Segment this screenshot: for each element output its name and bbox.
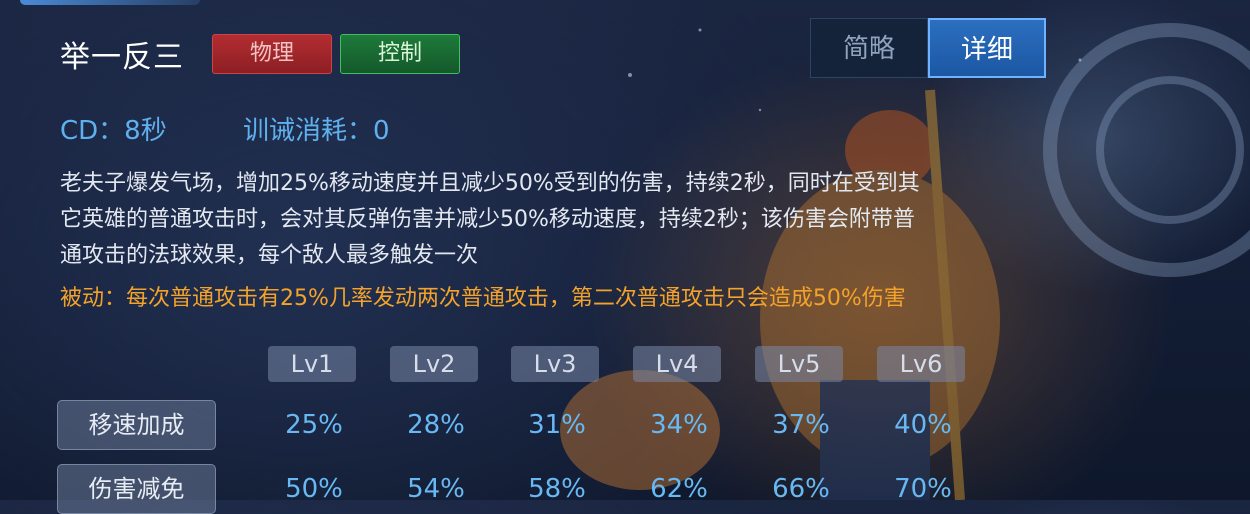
tag-control: 控制 <box>340 34 460 74</box>
level-header-5: Lv5 <box>755 346 843 382</box>
level-header-6: Lv6 <box>877 346 965 382</box>
table-cell: 37% <box>772 410 830 440</box>
skill-description: 老夫子爆发气场，增加25%移动速度并且减少50%受到的伤害，持续2秒，同时在受到… <box>60 166 1120 274</box>
level-header-4: Lv4 <box>633 346 721 382</box>
description-line: 它英雄的普通攻击时，会对其反弹伤害并减少50%移动速度，持续2秒；该伤害会附带普 <box>60 207 915 232</box>
table-cell: 25% <box>285 410 343 440</box>
top-accent-strip <box>20 0 200 5</box>
level-header-3: Lv3 <box>511 346 599 382</box>
table-cell: 34% <box>650 410 708 440</box>
tab-brief[interactable]: 简略 <box>810 18 928 78</box>
tag-physical: 物理 <box>212 34 332 74</box>
skill-cooldown: CD：8秒 <box>60 116 167 146</box>
table-cell: 31% <box>528 410 586 440</box>
passive-description: 被动：每次普通攻击有25%几率发动两次普通攻击，第二次普通攻击只会造成50%伤害 <box>60 286 906 311</box>
row-label-damage-reduction: 伤害减免 <box>57 464 216 514</box>
table-cell: 28% <box>407 410 465 440</box>
tab-detail[interactable]: 详细 <box>928 18 1046 78</box>
level-header-1: Lv1 <box>268 346 356 382</box>
description-line: 老夫子爆发气场，增加25%移动速度并且减少50%受到的伤害，持续2秒，同时在受到… <box>60 171 920 196</box>
row-label-move-speed: 移速加成 <box>57 400 216 450</box>
description-line: 通攻击的法球效果，每个敌人最多触发一次 <box>60 243 479 268</box>
skill-cost: 训诫消耗：0 <box>243 116 390 146</box>
level-header-2: Lv2 <box>390 346 478 382</box>
skill-name: 举一反三 <box>60 40 184 75</box>
table-cell: 40% <box>894 410 952 440</box>
